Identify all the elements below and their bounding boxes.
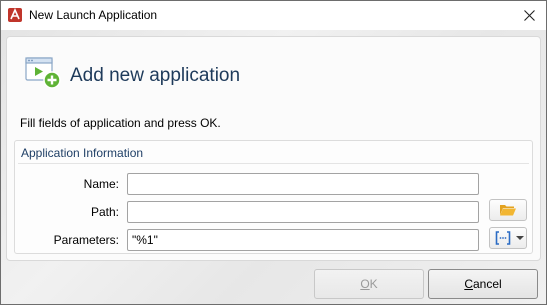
app-add-icon [25, 57, 61, 89]
cancel-label: ancel [472, 277, 502, 291]
ok-button[interactable]: OK [314, 269, 424, 299]
cancel-button[interactable]: Cancel [428, 269, 538, 299]
application-info-group: Application Information Name: Path: Para… [14, 140, 533, 254]
group-divider [18, 163, 529, 164]
parameters-input[interactable] [127, 229, 479, 251]
parameters-macro-button[interactable] [489, 227, 527, 249]
name-input[interactable] [127, 173, 479, 195]
ok-label: K [369, 277, 378, 291]
path-label: Path: [90, 205, 119, 219]
window-title: New Launch Application [29, 8, 158, 22]
ok-accel: O [360, 277, 370, 291]
title-bar[interactable]: New Launch Application [1, 1, 546, 30]
instructions-text: Fill fields of application and press OK. [20, 116, 221, 130]
close-icon [524, 10, 535, 21]
cancel-accel: C [464, 277, 473, 291]
folder-icon [500, 205, 516, 216]
dialog-body: Add new application Fill fields of appli… [1, 30, 546, 304]
path-input[interactable] [127, 201, 479, 223]
parameters-label: Parameters: [53, 233, 119, 247]
content-panel: Add new application Fill fields of appli… [6, 36, 541, 261]
close-button[interactable] [513, 1, 546, 30]
browse-path-button[interactable] [489, 199, 527, 221]
dialog-window: New Launch Application Add new applicati… [0, 0, 547, 305]
group-title: Application Information [21, 146, 144, 160]
chevron-down-icon[interactable] [516, 236, 524, 240]
insert-macro-icon [495, 231, 511, 245]
page-title: Add new application [70, 65, 241, 86]
name-label: Name: [83, 177, 119, 191]
app-logo-icon [8, 8, 22, 22]
